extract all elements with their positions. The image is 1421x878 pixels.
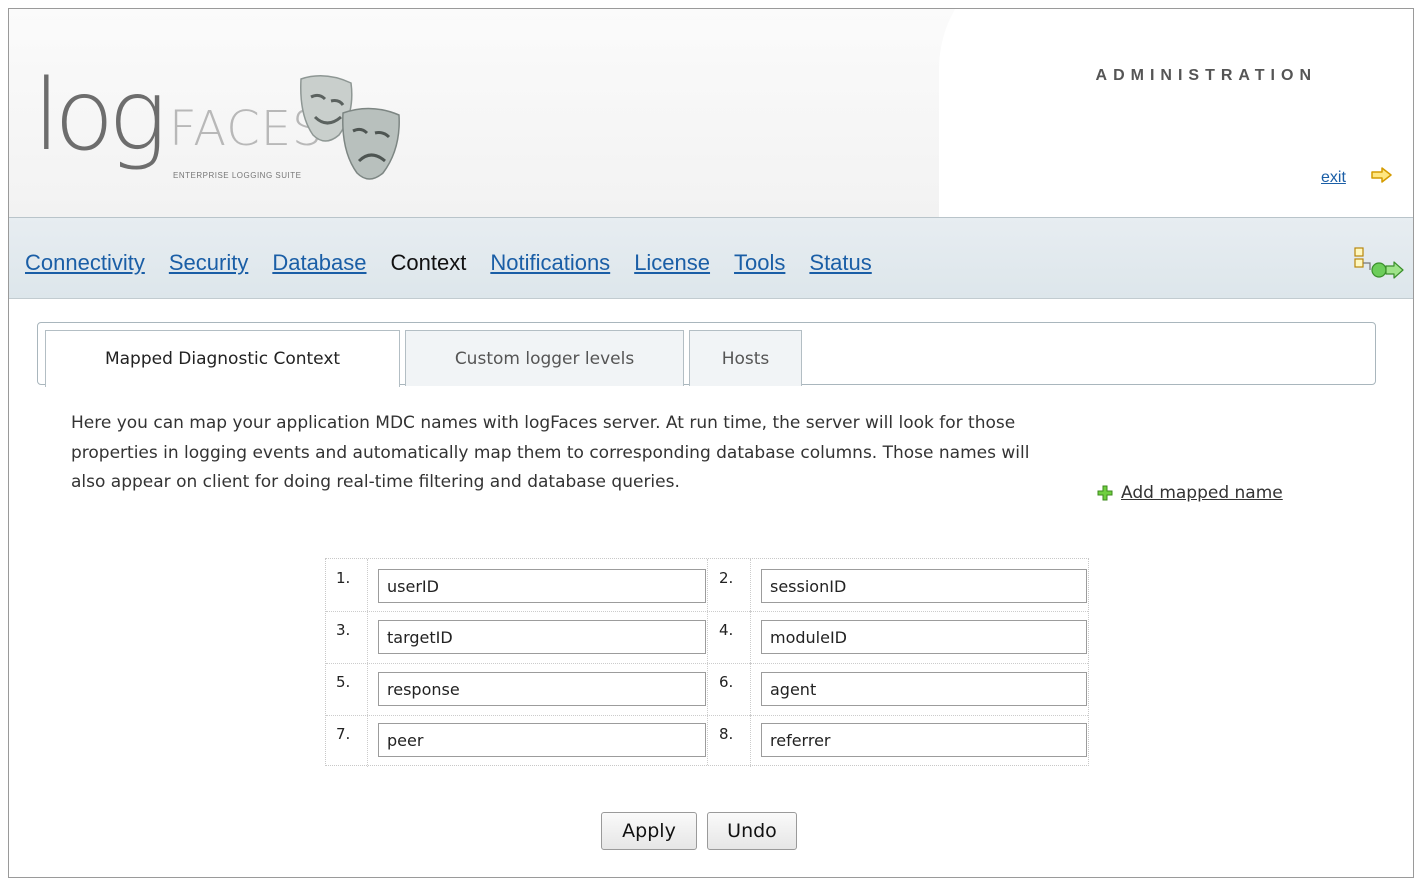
nav-item-connectivity[interactable]: Connectivity [25,250,145,276]
undo-button[interactable]: Undo [707,812,797,850]
mapping-number-8: 8. [709,715,751,767]
nav-item-notifications[interactable]: Notifications [490,250,610,276]
nav-item-status[interactable]: Status [809,250,871,276]
mapping-field-6[interactable] [761,672,1087,706]
tab-mapped-diagnostic-context[interactable]: Mapped Diagnostic Context [45,330,400,387]
mapping-number-3: 3. [326,611,368,663]
add-mapped-name-link[interactable]: Add mapped name [1097,483,1283,503]
plus-icon [1097,485,1113,501]
nav-item-security[interactable]: Security [169,250,248,276]
tab-custom-logger-levels[interactable]: Custom logger levels [405,330,684,386]
mapping-number-5: 5. [326,663,368,715]
nav-items: Connectivity Security Database Context N… [25,250,896,276]
mapping-number-6: 6. [709,663,751,715]
exit-link[interactable]: exit [1321,169,1346,187]
nav-item-license[interactable]: License [634,250,710,276]
mapping-number-2: 2. [709,559,751,611]
mapping-number-1: 1. [326,559,368,611]
mapping-field-5[interactable] [378,672,706,706]
description-line-2: properties in logging events and automat… [71,442,1030,463]
main-nav: Connectivity Security Database Context N… [9,217,1413,299]
mapping-field-4[interactable] [761,620,1087,654]
mapping-field-1[interactable] [378,569,706,603]
nav-item-context: Context [390,250,467,275]
nav-item-database[interactable]: Database [272,250,366,276]
mapping-field-8[interactable] [761,723,1087,757]
header: log FACES ENTERPRISE LOGGING SUITE ADMIN [9,9,1413,217]
mapping-field-7[interactable] [378,723,706,757]
connection-status-icon[interactable] [1354,246,1406,280]
apply-button[interactable]: Apply [601,812,697,850]
tab-bar: Mapped Diagnostic Context Custom logger … [37,322,1376,387]
add-mapped-name-label: Add mapped name [1121,483,1283,503]
theater-masks-icon [300,75,400,180]
logo-subtitle: ENTERPRISE LOGGING SUITE [173,171,302,180]
admin-frame: log FACES ENTERPRISE LOGGING SUITE ADMIN [8,8,1414,878]
logo: log FACES ENTERPRISE LOGGING SUITE [33,59,400,197]
column-divider [707,559,708,765]
mdc-mapping-table: 1. 2. 3. 4. 5. 6. 7. 8. [325,558,1089,767]
description-line-1: Here you can map your application MDC na… [71,413,1016,433]
mapping-field-3[interactable] [378,620,706,654]
mapping-number-4: 4. [709,611,751,663]
logo-log-text: log [33,59,167,173]
page-title: ADMINISTRATION [1095,67,1317,84]
tab-hosts[interactable]: Hosts [689,330,802,386]
mapping-number-7: 7. [326,715,368,767]
mapping-field-2[interactable] [761,569,1087,603]
nav-item-tools[interactable]: Tools [734,250,785,276]
exit-arrow-icon[interactable] [1371,167,1393,183]
